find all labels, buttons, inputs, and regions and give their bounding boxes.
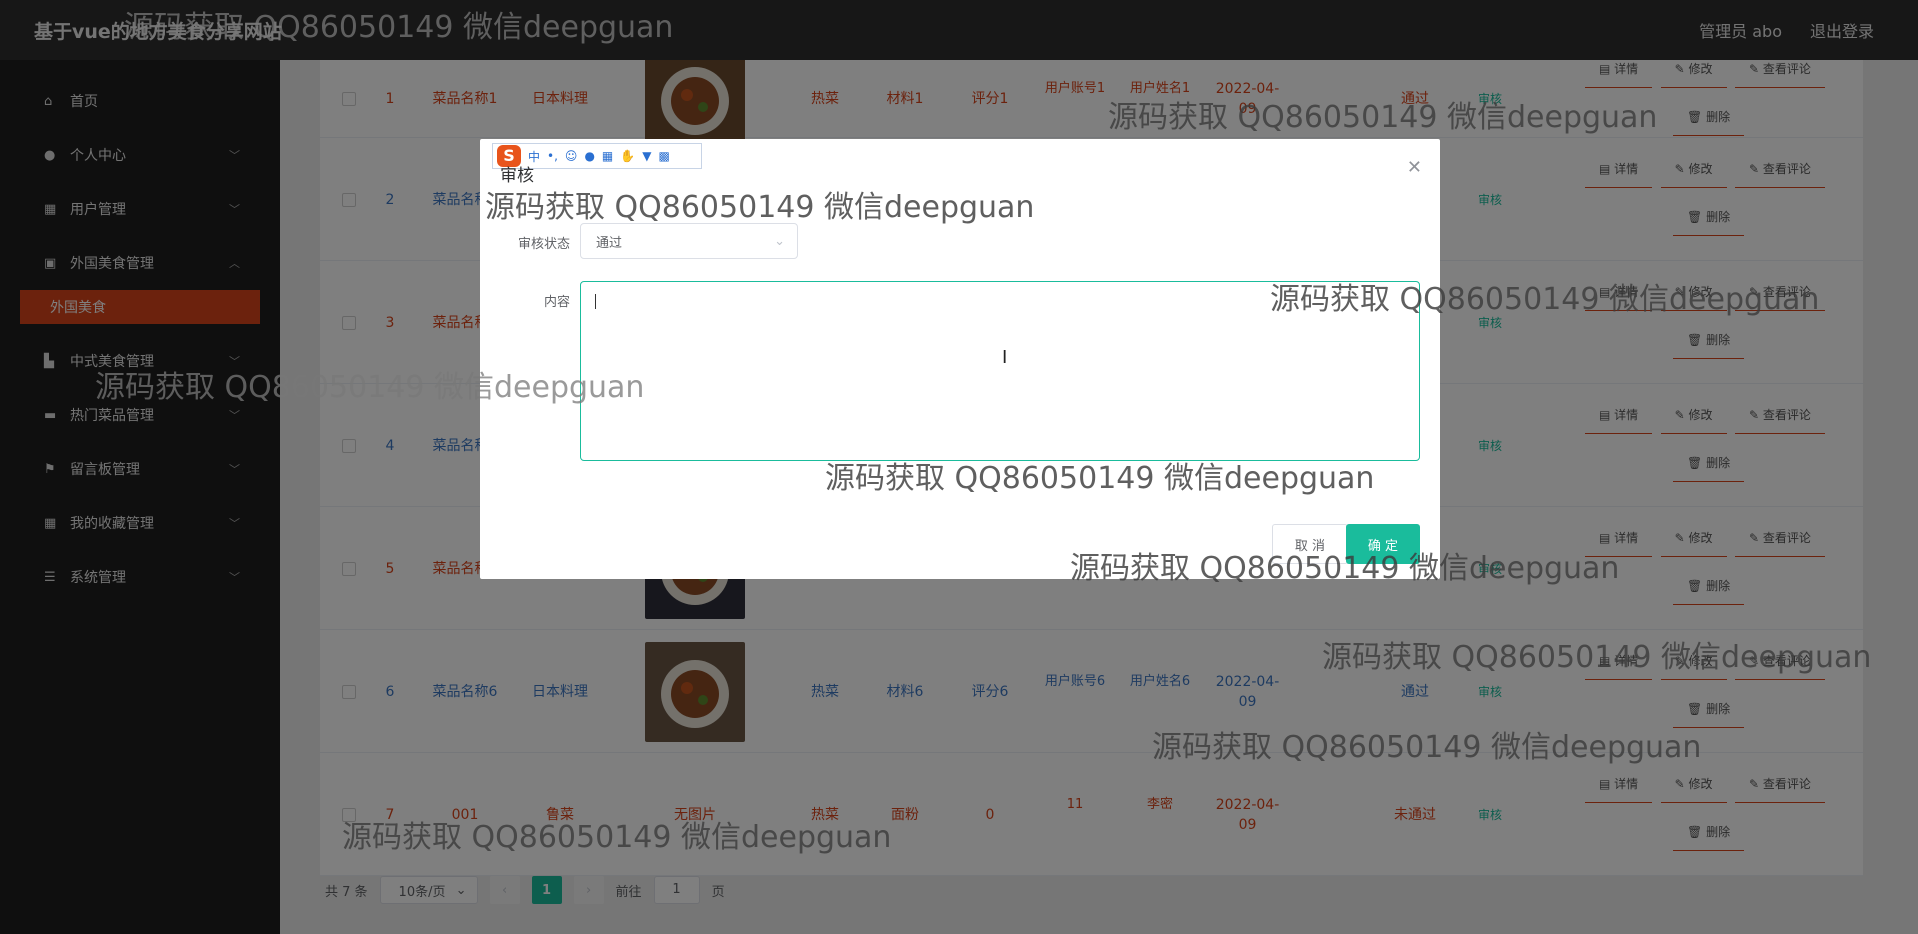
cancel-button[interactable]: 取 消 — [1272, 524, 1348, 564]
keyboard-icon[interactable]: ▦ — [602, 149, 613, 163]
content-label: 内容 — [543, 295, 570, 310]
emoji-icon[interactable]: ☺ — [565, 149, 578, 163]
content-textarea[interactable] — [580, 281, 1420, 461]
mic-icon[interactable]: ● — [584, 149, 594, 163]
ime-punct[interactable]: •, — [547, 149, 558, 163]
skin-icon[interactable]: ▼ — [642, 149, 651, 163]
text-cursor-icon: I — [1002, 347, 1008, 368]
chevron-down-icon: ⌄ — [774, 233, 785, 249]
confirm-button[interactable]: 确 定 — [1346, 524, 1420, 564]
close-icon[interactable]: ✕ — [1407, 157, 1422, 178]
hand-icon[interactable]: ✋ — [620, 149, 635, 163]
status-label: 审核状态 — [517, 237, 570, 252]
toolbox-icon[interactable]: ▩ — [658, 149, 669, 163]
audit-dialog: S 中 •, ☺ ● ▦ ✋ ▼ ▩ 审核 ✕ 审核状态 通过 ⌄ 内容 取 消… — [480, 139, 1440, 579]
text-caret — [595, 294, 596, 309]
dialog-title: 审核 — [500, 166, 534, 186]
status-select[interactable]: 通过 ⌄ — [580, 223, 798, 259]
